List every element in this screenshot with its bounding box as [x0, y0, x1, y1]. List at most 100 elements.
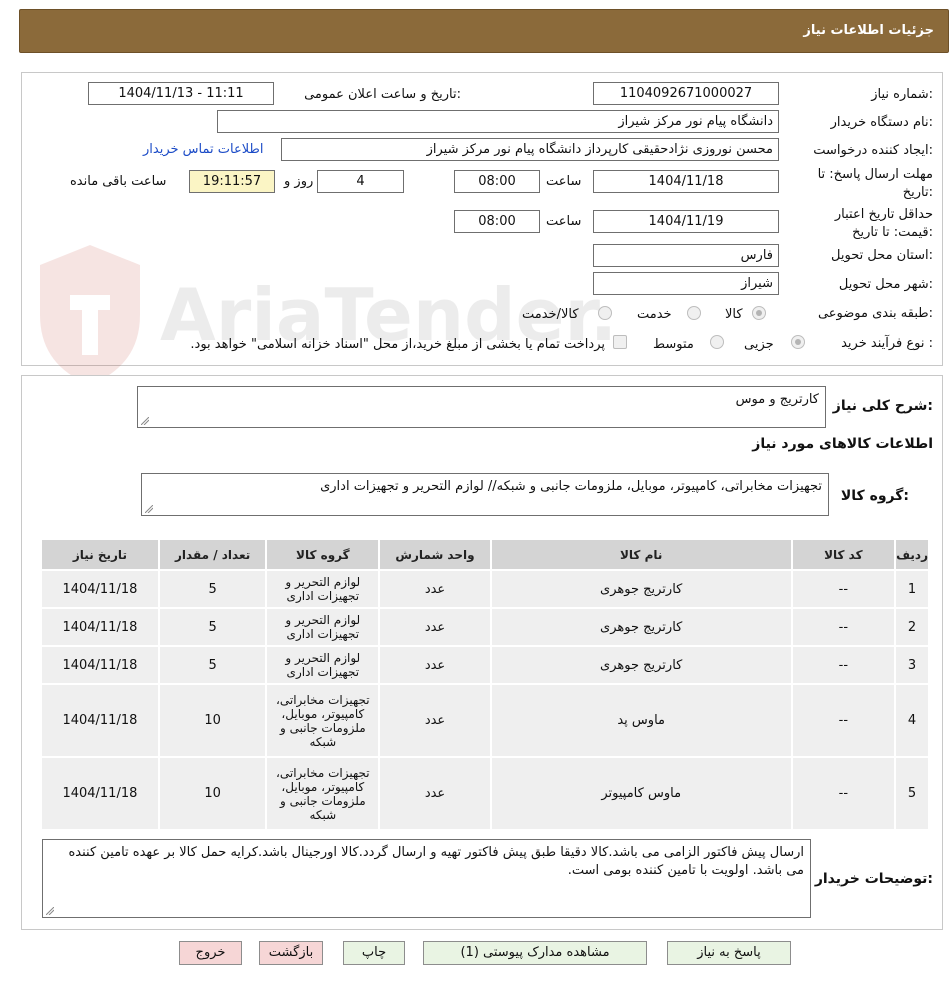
remaining-time-label: ساعت باقی مانده	[70, 174, 167, 189]
quantity-cell: 10	[157, 756, 268, 831]
quantity-cell: 5	[157, 607, 268, 647]
announce-date-label: تاریخ و ساعت اعلان عمومی:	[304, 87, 461, 102]
goods-group-cell: لوازم التحریر و تجهیزات اداری	[265, 569, 381, 609]
quantity-cell: 10	[157, 683, 268, 758]
price-validity-time-label: ساعت	[546, 214, 582, 229]
delivery-province-label: استان محل تحویل:	[831, 248, 933, 263]
deadline-time-field: 08:00	[454, 170, 540, 193]
category-radio-goods[interactable]	[752, 306, 766, 320]
announce-date-field: 1404/11/13 - 11:11	[88, 82, 274, 105]
unit-cell: عدد	[378, 756, 492, 831]
treasury-bond-checkbox[interactable]	[613, 335, 627, 349]
col-header-quantity: تعداد / مقدار	[157, 538, 268, 571]
quantity-cell: 5	[157, 645, 268, 685]
unit-cell: عدد	[378, 645, 492, 685]
resize-grip-icon	[145, 505, 153, 513]
general-description-text: کارتریج و موس	[735, 392, 819, 407]
goods-group-field: تجهیزات مخابراتی، کامپیوتر، موبایل، ملزو…	[141, 473, 829, 516]
table-header-row: ردیف کد کالا نام کالا واحد شمارش گروه کا…	[40, 538, 930, 571]
delivery-city-field: شیراز	[593, 272, 779, 295]
process-radio-medium[interactable]	[710, 335, 724, 349]
unit-cell: عدد	[378, 569, 492, 609]
quantity-cell: 5	[157, 569, 268, 609]
category-option-service: خدمت	[637, 307, 672, 322]
table-row: 5 -- ماوس کامپیوتر عدد تجهیزات مخابراتی،…	[40, 756, 930, 831]
process-option-medium: متوسط	[653, 337, 694, 352]
item-code-cell: --	[790, 756, 897, 831]
resize-grip-icon	[141, 417, 149, 425]
view-attachments-button[interactable]: مشاهده مدارک پیوستی (1)	[423, 941, 647, 965]
col-header-goods-group: گروه کالا	[265, 538, 381, 571]
purchase-process-label: نوع فرآیند خرید :	[841, 336, 933, 351]
deadline-time-label: ساعت	[546, 174, 582, 189]
requester-field: محسن نوروزی نژادحقیقی کارپرداز دانشگاه پ…	[281, 138, 779, 161]
row-number-cell: 4	[894, 683, 930, 758]
col-header-item-name: نام کالا	[489, 538, 793, 571]
table-row: 4 -- ماوس پد عدد تجهیزات مخابراتی، کامپی…	[40, 683, 930, 758]
col-header-need-date: تاریخ نیاز	[40, 538, 160, 571]
item-code-cell: --	[790, 607, 897, 647]
price-validity-label: حداقل تاریخ اعتبار قیمت: تا تاریخ:	[835, 206, 933, 242]
deadline-date-field: 1404/11/18	[593, 170, 779, 193]
resize-grip-icon	[46, 907, 54, 915]
page-header: جزئیات اطلاعات نیاز	[19, 9, 949, 53]
col-header-item-code: کد کالا	[790, 538, 897, 571]
item-code-cell: --	[790, 683, 897, 758]
need-date-cell: 1404/11/18	[40, 683, 160, 758]
items-info-title: اطلاعات کالاهای مورد نیاز	[752, 436, 933, 452]
table-row: 3 -- کارتریج جوهری عدد لوازم التحریر و ت…	[40, 645, 930, 685]
table-row: 1 -- کارتریج جوهری عدد لوازم التحریر و ت…	[40, 569, 930, 609]
buyer-org-field: دانشگاه پیام نور مرکز شیراز	[217, 110, 779, 133]
exit-button[interactable]: خروج	[179, 941, 242, 965]
remaining-days-field: 4	[317, 170, 404, 193]
category-radio-goods-service[interactable]	[598, 306, 612, 320]
goods-group-text: تجهیزات مخابراتی، کامپیوتر، موبایل، ملزو…	[320, 479, 822, 494]
goods-group-label: گروه کالا:	[840, 488, 909, 504]
category-radio-service[interactable]	[687, 306, 701, 320]
row-number-cell: 5	[894, 756, 930, 831]
goods-group-cell: تجهیزات مخابراتی، کامپیوتر، موبایل، ملزو…	[265, 756, 381, 831]
general-description-field: کارتریج و موس	[137, 386, 826, 428]
category-option-goods: کالا	[725, 307, 743, 322]
deadline-label: مهلت ارسال پاسخ: تا تاریخ:	[818, 166, 933, 202]
deadline-label-line1: مهلت ارسال پاسخ: تا	[817, 167, 933, 182]
buyer-notes-text: ارسال پیش فاکتور الزامی می باشد.کالا دقی…	[68, 845, 805, 878]
remaining-time-field: 19:11:57	[189, 170, 275, 193]
goods-group-cell: لوازم التحریر و تجهیزات اداری	[265, 607, 381, 647]
item-name-cell: کارتریج جوهری	[489, 569, 793, 609]
need-number-field: 1104092671000027	[593, 82, 779, 105]
back-button[interactable]: بازگشت	[259, 941, 323, 965]
price-validity-time-field: 08:00	[454, 210, 540, 233]
item-name-cell: کارتریج جوهری	[489, 607, 793, 647]
buyer-notes-label: توضیحات خریدار:	[814, 871, 933, 887]
col-header-row-number: ردیف	[894, 538, 930, 571]
unit-cell: عدد	[378, 683, 492, 758]
need-date-cell: 1404/11/18	[40, 569, 160, 609]
buyer-org-label: نام دستگاه خریدار:	[830, 115, 933, 130]
need-date-cell: 1404/11/18	[40, 645, 160, 685]
need-number-label: شماره نیاز:	[871, 87, 933, 102]
deadline-label-line2: تاریخ:	[902, 185, 933, 200]
process-option-minor: جزیی	[744, 337, 774, 352]
delivery-province-field: فارس	[593, 244, 779, 267]
item-name-cell: ماوس پد	[489, 683, 793, 758]
process-radio-minor[interactable]	[791, 335, 805, 349]
row-number-cell: 1	[894, 569, 930, 609]
treasury-bond-note: پرداخت تمام یا بخشی از مبلغ خرید،از محل …	[190, 337, 605, 352]
reply-to-need-button[interactable]: پاسخ به نیاز	[667, 941, 791, 965]
category-label: طبقه بندی موضوعی:	[817, 306, 933, 321]
need-date-cell: 1404/11/18	[40, 756, 160, 831]
price-validity-label-line1: حداقل تاریخ اعتبار	[834, 207, 933, 222]
print-button[interactable]: چاپ	[343, 941, 405, 965]
unit-cell: عدد	[378, 607, 492, 647]
buyer-contact-link[interactable]: اطلاعات تماس خریدار	[143, 142, 263, 157]
general-description-label: شرح کلی نیاز:	[832, 398, 933, 414]
col-header-unit: واحد شمارش	[378, 538, 492, 571]
days-label: روز و	[284, 174, 314, 189]
row-number-cell: 2	[894, 607, 930, 647]
item-code-cell: --	[790, 645, 897, 685]
goods-group-cell: تجهیزات مخابراتی، کامپیوتر، موبایل، ملزو…	[265, 683, 381, 758]
need-date-cell: 1404/11/18	[40, 607, 160, 647]
price-validity-date-field: 1404/11/19	[593, 210, 779, 233]
buyer-notes-field: ارسال پیش فاکتور الزامی می باشد.کالا دقی…	[42, 839, 811, 918]
